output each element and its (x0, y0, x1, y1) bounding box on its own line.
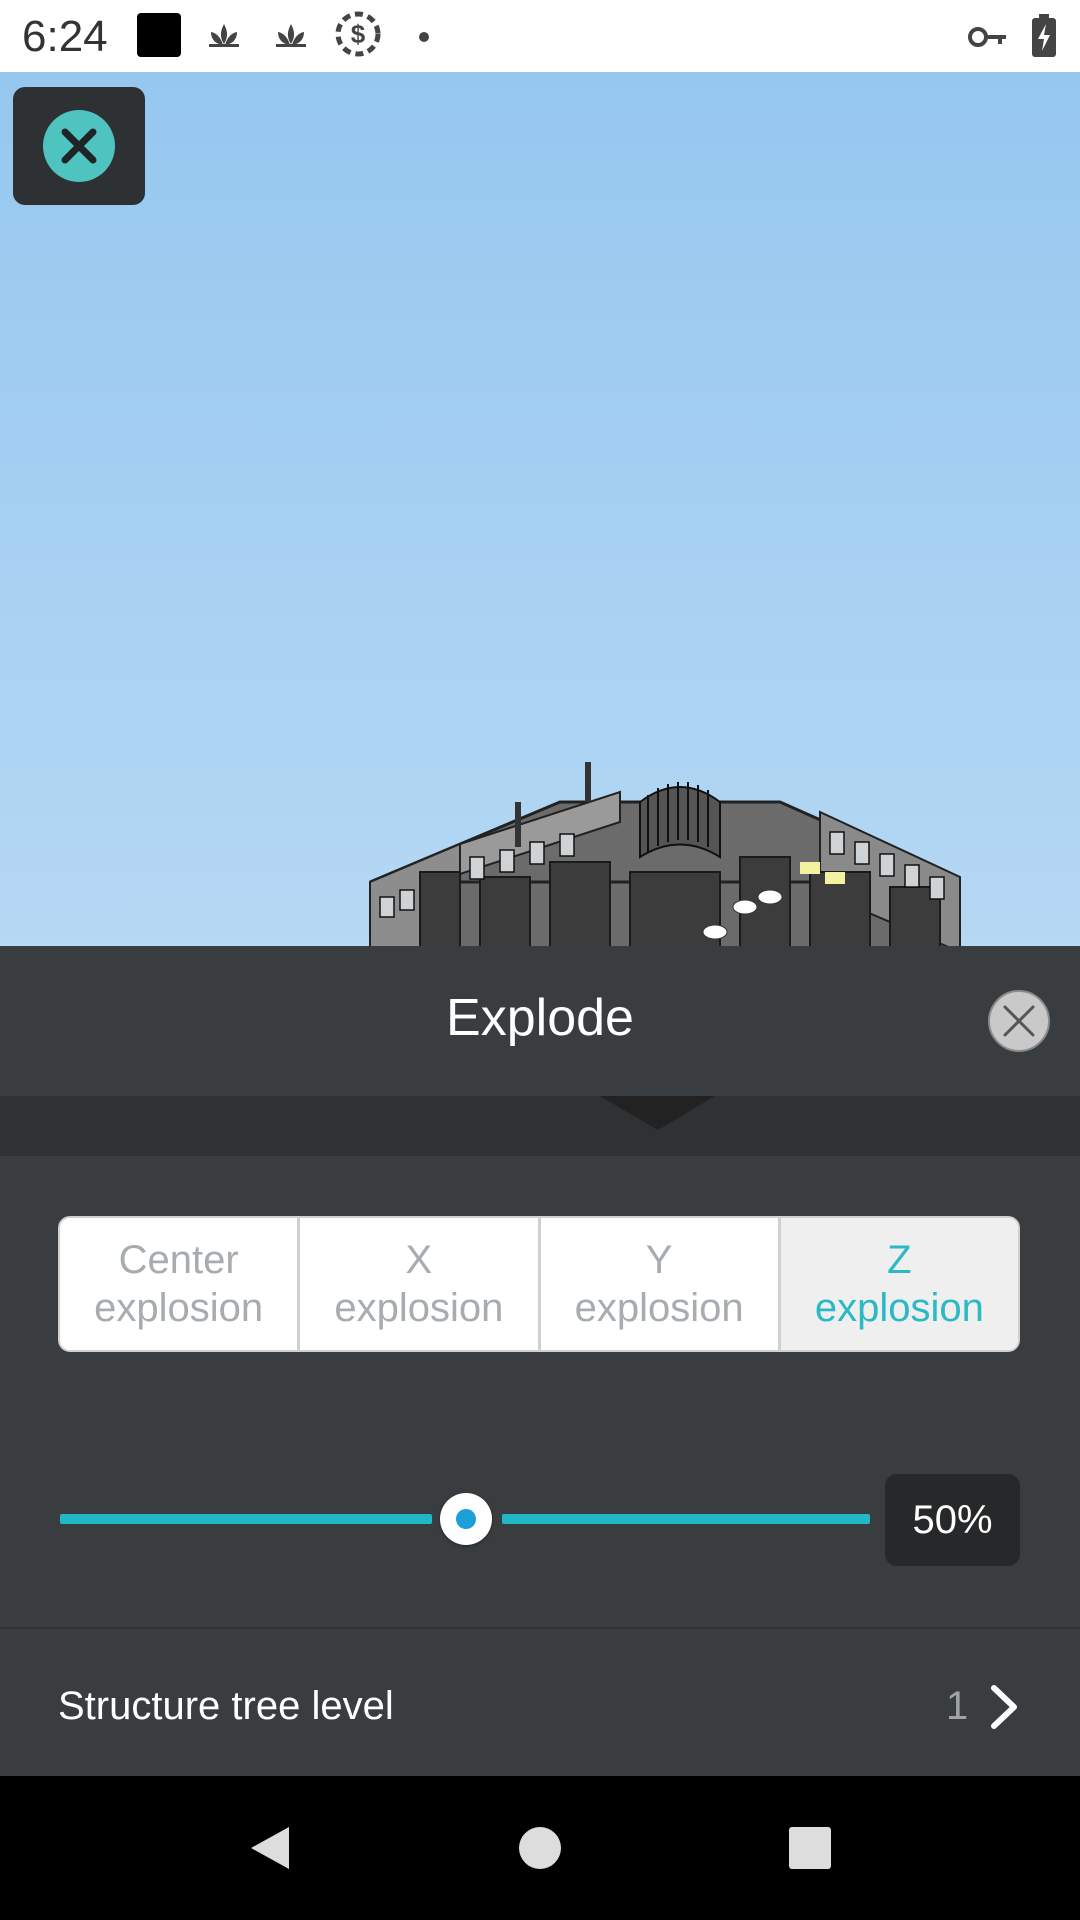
model-shadow-decoration (600, 1096, 715, 1130)
slider-thumb-dot (456, 1509, 476, 1529)
divider (0, 1627, 1080, 1629)
status-time: 6:24 (22, 12, 108, 61)
panel-title: Explode (446, 989, 634, 1047)
back-triangle-icon (251, 1827, 289, 1869)
chevron-right-icon[interactable] (988, 1684, 1020, 1735)
dollar-sync-icon: $ (334, 10, 382, 63)
nav-back-button[interactable] (230, 1776, 310, 1920)
tab-z-explosion[interactable]: Z explosion (780, 1218, 1018, 1350)
app-square-icon (136, 12, 182, 63)
recents-square-icon (789, 1827, 831, 1869)
tab-y-explosion[interactable]: Y explosion (541, 1218, 781, 1350)
close-viewer-button[interactable] (13, 87, 145, 205)
lotus-icon-2 (274, 22, 308, 53)
slider-track-left[interactable] (60, 1514, 432, 1524)
explosion-slider-thumb[interactable] (440, 1493, 492, 1545)
close-icon (1003, 1005, 1035, 1037)
vpn-key-icon (968, 22, 1008, 57)
nav-home-button[interactable] (500, 1776, 580, 1920)
status-bar: 6:24 $ (0, 0, 1080, 72)
model-viewport[interactable] (0, 72, 1080, 946)
svg-text:$: $ (351, 19, 366, 49)
battery-charging-icon (1030, 14, 1058, 63)
lotus-icon (207, 22, 241, 53)
nav-recents-button[interactable] (770, 1776, 850, 1920)
tab-center-explosion[interactable]: Center explosion (60, 1218, 301, 1350)
slider-value-badge: 50% (885, 1474, 1020, 1566)
explode-panel: Explode Center explosion X explosion Y e… (0, 946, 1080, 1776)
notification-dot-icon (418, 30, 430, 48)
panel-close-button[interactable] (988, 990, 1050, 1052)
slider-track-right[interactable] (502, 1514, 870, 1524)
panel-divider-strip (0, 1096, 1080, 1156)
close-x-icon (43, 110, 115, 182)
tab-x-explosion[interactable]: X explosion (300, 1218, 541, 1350)
building-model-image (369, 762, 961, 946)
explosion-mode-selector: Center explosion X explosion Y explosion… (58, 1216, 1020, 1352)
panel-header: Explode (0, 946, 1080, 1096)
structure-tree-label: Structure tree level (58, 1684, 394, 1728)
home-circle-icon (519, 1827, 561, 1869)
structure-tree-value[interactable]: 1 (946, 1684, 968, 1729)
system-navigation-bar (0, 1776, 1080, 1920)
